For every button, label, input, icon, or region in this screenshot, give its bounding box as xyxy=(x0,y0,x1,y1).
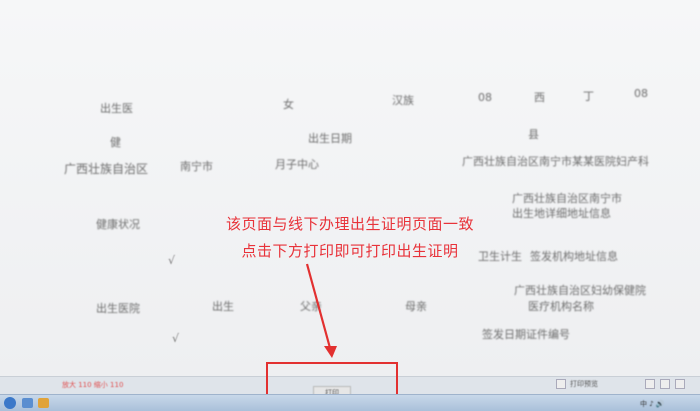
start-icon[interactable] xyxy=(4,397,16,409)
mini-button[interactable] xyxy=(675,379,685,389)
checkbox[interactable] xyxy=(556,379,566,389)
zoom-text: 放大 110 缩小 110 xyxy=(62,381,124,389)
taskbar: 中 ♪ 🔊 xyxy=(0,394,700,411)
tray-icons[interactable]: 中 ♪ 🔊 xyxy=(640,399,665,409)
red-arrow-icon xyxy=(305,263,337,358)
preview-label: 打印预览 xyxy=(570,380,598,388)
mini-button[interactable] xyxy=(645,379,655,389)
mini-button[interactable] xyxy=(660,379,670,389)
explorer-icon[interactable] xyxy=(22,398,33,408)
folder-icon[interactable] xyxy=(38,398,49,408)
